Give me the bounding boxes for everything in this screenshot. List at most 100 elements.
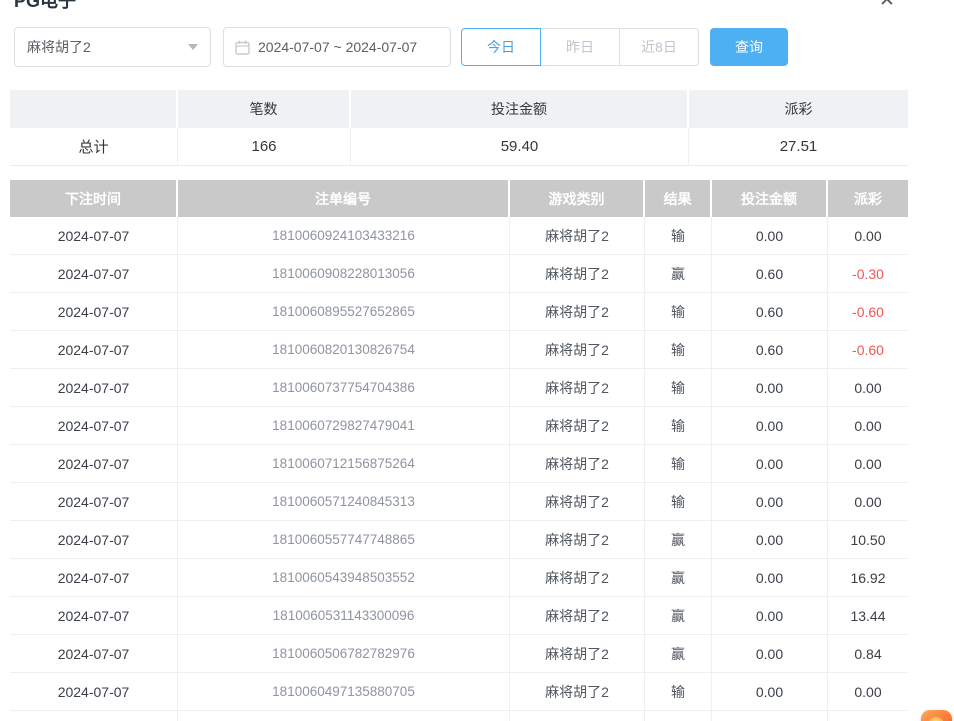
summary-header-row: 笔数 投注金额 派彩: [10, 90, 908, 128]
bet-time-cell: 2024-07-07: [10, 559, 178, 597]
table-row: 2024-07-071810060895527652865麻将胡了2输0.60-…: [10, 293, 908, 331]
payout-cell: 0.00: [828, 483, 908, 521]
col-header-payout: 派彩: [828, 180, 908, 217]
bet-amount-cell: 0.00: [712, 635, 828, 673]
summary-total-count: 166: [178, 128, 351, 166]
table-cell-empty: [10, 711, 178, 721]
bet-id-cell: 1810060729827479041: [178, 407, 510, 445]
result-cell: 输: [645, 331, 712, 369]
bet-amount-cell: 0.00: [712, 597, 828, 635]
table-cell-empty: [645, 711, 712, 721]
game-type-cell: 麻将胡了2: [510, 635, 645, 673]
payout-cell: 16.92: [828, 559, 908, 597]
bet-id-cell: 1810060737754704386: [178, 369, 510, 407]
game-type-cell: 麻将胡了2: [510, 597, 645, 635]
bet-time-cell: 2024-07-07: [10, 521, 178, 559]
bet-amount-cell: 0.60: [712, 331, 828, 369]
game-type-cell: 麻将胡了2: [510, 673, 645, 711]
col-header-bet-id: 注单编号: [178, 180, 510, 217]
summary-total-row: 总计 166 59.40 27.51: [10, 128, 908, 166]
game-select-value: 麻将胡了2: [27, 37, 91, 57]
bet-id-cell: 1810060895527652865: [178, 293, 510, 331]
quick-range-group: 今日 昨日 近8日: [461, 28, 699, 66]
game-type-cell: 麻将胡了2: [510, 445, 645, 483]
yesterday-button[interactable]: 昨日: [540, 28, 620, 66]
bet-amount-cell: 0.00: [712, 407, 828, 445]
table-cell-empty: [510, 711, 645, 721]
date-range-value: 2024-07-07 ~ 2024-07-07: [258, 39, 417, 55]
summary-total-label: 总计: [10, 128, 178, 166]
bet-amount-cell: 0.00: [712, 445, 828, 483]
bet-id-cell: 1810060908228013056: [178, 255, 510, 293]
payout-cell: 0.00: [828, 217, 908, 255]
result-cell: 输: [645, 293, 712, 331]
bet-time-cell: 2024-07-07: [10, 255, 178, 293]
bet-id-cell: 1810060506782782976: [178, 635, 510, 673]
table-row: 2024-07-071810060497135880705麻将胡了2输0.000…: [10, 673, 908, 711]
bet-time-cell: 2024-07-07: [10, 331, 178, 369]
game-type-cell: 麻将胡了2: [510, 521, 645, 559]
bet-time-cell: 2024-07-07: [10, 293, 178, 331]
table-row: 2024-07-071810060712156875264麻将胡了2输0.000…: [10, 445, 908, 483]
bet-table-header-row: 下注时间 注单编号 游戏类别 结果 投注金额 派彩: [10, 180, 908, 217]
result-cell: 赢: [645, 635, 712, 673]
bet-amount-cell: 0.00: [712, 673, 828, 711]
result-cell: 赢: [645, 559, 712, 597]
summary-total-payout: 27.51: [689, 128, 908, 166]
table-cell-empty: [828, 711, 908, 721]
payout-cell: 10.50: [828, 521, 908, 559]
bet-amount-cell: 0.00: [712, 521, 828, 559]
result-cell: 输: [645, 217, 712, 255]
search-button[interactable]: 查询: [710, 28, 788, 66]
result-cell: 输: [645, 673, 712, 711]
game-type-cell: 麻将胡了2: [510, 369, 645, 407]
result-cell: 赢: [645, 255, 712, 293]
payout-cell: 13.44: [828, 597, 908, 635]
last-8-days-button[interactable]: 近8日: [619, 28, 699, 66]
bet-amount-cell: 0.00: [712, 559, 828, 597]
table-row: 2024-07-071810060737754704386麻将胡了2输0.000…: [10, 369, 908, 407]
payout-cell: 0.00: [828, 369, 908, 407]
result-cell: 输: [645, 483, 712, 521]
today-button[interactable]: 今日: [461, 28, 541, 66]
bet-time-cell: 2024-07-07: [10, 597, 178, 635]
table-row: 2024-07-071810060729827479041麻将胡了2输0.000…: [10, 407, 908, 445]
col-header-result: 结果: [645, 180, 712, 217]
bet-time-cell: 2024-07-07: [10, 407, 178, 445]
bet-id-cell: 1810060712156875264: [178, 445, 510, 483]
table-row: 2024-07-071810060924103433216麻将胡了2输0.000…: [10, 217, 908, 255]
summary-table: 笔数 投注金额 派彩 总计 166 59.40 27.51: [10, 90, 908, 166]
payout-cell: 0.00: [828, 445, 908, 483]
bet-id-cell: 1810060543948503552: [178, 559, 510, 597]
filter-bar: 麻将胡了2 2024-07-07 ~ 2024-07-07 今日 昨日 近8日 …: [14, 27, 788, 67]
bet-time-cell: 2024-07-07: [10, 635, 178, 673]
bet-id-cell: 1810060571240845313: [178, 483, 510, 521]
payout-cell: 0.00: [828, 407, 908, 445]
close-icon[interactable]: ✕: [876, 0, 898, 12]
col-header-bet-time: 下注时间: [10, 180, 178, 217]
page-title: PG电子: [14, 0, 76, 13]
calendar-icon: [235, 40, 250, 55]
table-row: 2024-07-071810060820130826754麻将胡了2输0.60-…: [10, 331, 908, 369]
floating-service-icon[interactable]: [921, 710, 952, 721]
date-range-picker[interactable]: 2024-07-07 ~ 2024-07-07: [223, 27, 451, 67]
summary-header-payout: 派彩: [689, 90, 908, 128]
bet-amount-cell: 0.60: [712, 255, 828, 293]
game-type-cell: 麻将胡了2: [510, 407, 645, 445]
col-header-game-type: 游戏类别: [510, 180, 645, 217]
game-type-cell: 麻将胡了2: [510, 483, 645, 521]
bet-amount-cell: 0.00: [712, 217, 828, 255]
bet-time-cell: 2024-07-07: [10, 217, 178, 255]
table-row: 2024-07-071810060908228013056麻将胡了2赢0.60-…: [10, 255, 908, 293]
game-select[interactable]: 麻将胡了2: [14, 27, 211, 67]
bet-id-cell: 1810060820130826754: [178, 331, 510, 369]
payout-cell: 0.00: [828, 673, 908, 711]
table-row: 2024-07-071810060506782782976麻将胡了2赢0.000…: [10, 635, 908, 673]
payout-cell: -0.60: [828, 293, 908, 331]
summary-header-count: 笔数: [178, 90, 351, 128]
summary-header-bet-amount: 投注金额: [351, 90, 689, 128]
table-row: 2024-07-071810060543948503552麻将胡了2赢0.001…: [10, 559, 908, 597]
result-cell: 赢: [645, 597, 712, 635]
payout-cell: 0.84: [828, 635, 908, 673]
bet-id-cell: 1810060497135880705: [178, 673, 510, 711]
